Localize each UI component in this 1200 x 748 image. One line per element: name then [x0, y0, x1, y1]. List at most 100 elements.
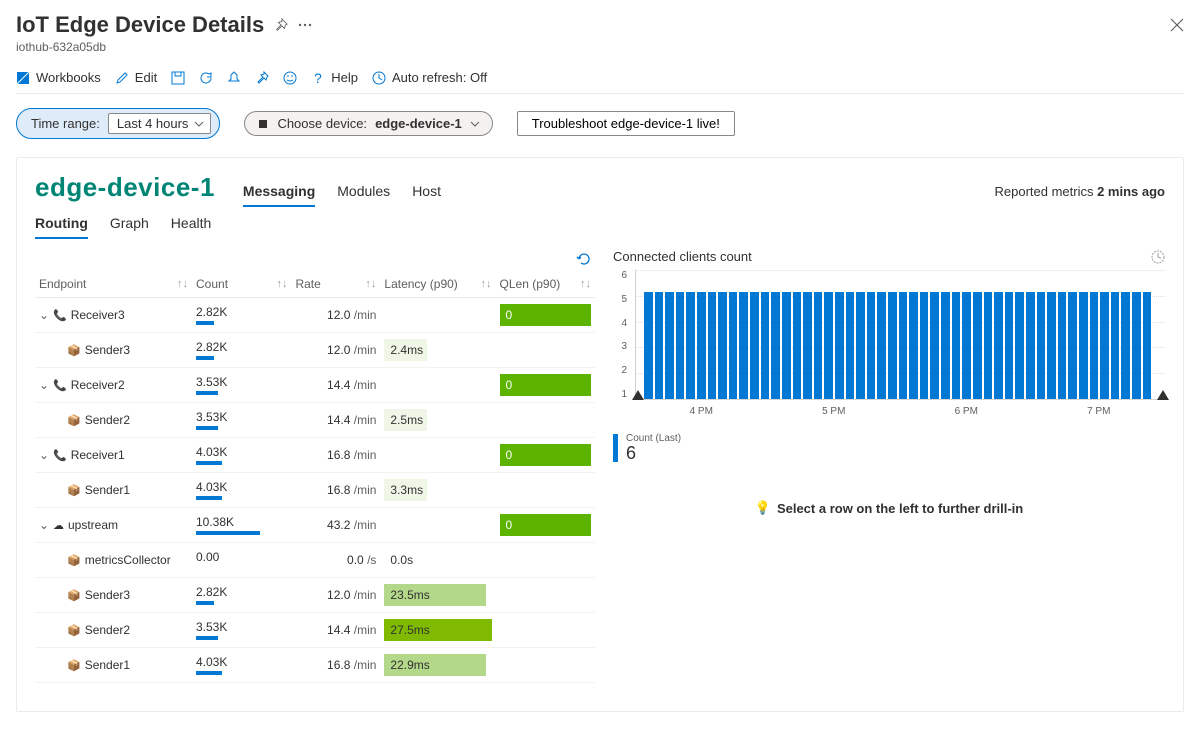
table-row[interactable]: 📦Sender23.53K14.4 /min27.5ms	[35, 613, 595, 648]
box-icon: 📦	[67, 344, 81, 357]
pin-icon[interactable]	[274, 18, 288, 32]
tab-modules[interactable]: Modules	[337, 183, 390, 207]
endpoint-label: upstream	[68, 518, 118, 532]
undo-icon[interactable]	[575, 251, 591, 267]
feedback-icon[interactable]	[283, 71, 297, 85]
box-icon: 📦	[67, 554, 81, 567]
rate-cell: 16.8 /min	[291, 438, 380, 473]
chart-bar	[877, 292, 886, 399]
table-row[interactable]: ⌄☁upstream10.38K43.2 /min0	[35, 508, 595, 543]
chart-bar	[856, 292, 865, 399]
expand-chevron-icon[interactable]: ⌄	[39, 378, 49, 392]
rate-cell: 14.4 /min	[291, 368, 380, 403]
help-button[interactable]: ? Help	[311, 70, 358, 85]
range-handle-left[interactable]	[632, 390, 644, 400]
device-card: edge-device-1 MessagingModulesHost Repor…	[16, 157, 1184, 712]
table-row[interactable]: 📦Sender32.82K12.0 /min2.4ms	[35, 333, 595, 368]
count-bar	[196, 496, 222, 500]
pencil-icon	[115, 71, 129, 85]
legend-value: 6	[626, 444, 681, 462]
chart-bar	[1090, 292, 1099, 399]
edit-button[interactable]: Edit	[115, 70, 157, 85]
sort-icon: ↑↓	[481, 278, 492, 290]
table-row[interactable]: ⌄📞Receiver23.53K14.4 /min0	[35, 368, 595, 403]
alert-icon[interactable]	[227, 71, 241, 85]
count-value: 4.03K	[196, 445, 287, 459]
count-value: 3.53K	[196, 620, 287, 634]
count-bar	[196, 531, 260, 535]
pin-toolbar-icon[interactable]	[255, 71, 269, 85]
save-icon[interactable]	[171, 71, 185, 85]
workbooks-icon	[16, 71, 30, 85]
subtab-health[interactable]: Health	[171, 215, 211, 239]
chart-bar	[771, 292, 780, 399]
sort-icon: ↑↓	[365, 278, 376, 290]
range-handle-right[interactable]	[1157, 390, 1169, 400]
sort-icon: ↑↓	[580, 278, 591, 290]
tab-messaging[interactable]: Messaging	[243, 183, 315, 207]
chart-bar	[718, 292, 727, 399]
table-row[interactable]: 📦Sender23.53K14.4 /min2.5ms	[35, 403, 595, 438]
endpoint-label: Sender1	[85, 483, 130, 497]
endpoint-label: Sender2	[85, 413, 130, 427]
rate-cell: 12.0 /min	[291, 333, 380, 368]
workbooks-button[interactable]: Workbooks	[16, 70, 101, 85]
table-row[interactable]: 📦Sender14.03K16.8 /min3.3ms	[35, 473, 595, 508]
count-value: 3.53K	[196, 410, 287, 424]
table-row[interactable]: ⌄📞Receiver32.82K12.0 /min0	[35, 298, 595, 333]
chart-bar	[920, 292, 929, 399]
chart-bar	[941, 292, 950, 399]
phone-icon: 📞	[53, 449, 67, 462]
workbooks-label: Workbooks	[36, 70, 101, 85]
count-value: 3.53K	[196, 375, 287, 389]
latency-value: 27.5ms	[384, 619, 491, 641]
subtab-graph[interactable]: Graph	[110, 215, 149, 239]
expand-chevron-icon[interactable]: ⌄	[39, 308, 49, 322]
more-icon[interactable]	[298, 23, 312, 27]
chart-bars	[636, 270, 1165, 399]
time-range-select[interactable]: Last 4 hours	[108, 113, 212, 134]
chart-bar	[1079, 292, 1088, 399]
choose-device-pill[interactable]: Choose device: edge-device-1	[244, 111, 492, 136]
chart-bar	[1132, 292, 1141, 399]
latency-value: 3.3ms	[384, 479, 491, 501]
count-bar	[196, 356, 214, 360]
table-row[interactable]: 📦metricsCollector0.000.0 /s0.0s	[35, 543, 595, 578]
chart-bar	[761, 292, 770, 399]
page-title: IoT Edge Device Details	[16, 12, 264, 38]
chart-bar	[994, 292, 1003, 399]
legend-swatch	[613, 434, 618, 462]
count-bar	[196, 461, 222, 465]
col-header[interactable]: Endpoint↑↓	[35, 271, 192, 298]
table-row[interactable]: ⌄📞Receiver14.03K16.8 /min0	[35, 438, 595, 473]
auto-refresh-button[interactable]: Auto refresh: Off	[372, 70, 487, 85]
expand-chevron-icon[interactable]: ⌄	[39, 518, 49, 532]
tab-host[interactable]: Host	[412, 183, 441, 207]
close-icon[interactable]	[1170, 18, 1184, 32]
chart-bar	[1143, 292, 1152, 399]
col-header[interactable]: Latency (p90)↑↓	[380, 271, 495, 298]
help-label: Help	[331, 70, 358, 85]
chart-area[interactable]: 654321	[613, 270, 1165, 400]
col-header[interactable]: Count↑↓	[192, 271, 291, 298]
count-value: 2.82K	[196, 340, 287, 354]
chart-bar	[814, 292, 823, 399]
chart-bar	[835, 292, 844, 399]
subtab-routing[interactable]: Routing	[35, 215, 88, 239]
refresh-icon[interactable]	[199, 71, 213, 85]
count-value: 4.03K	[196, 480, 287, 494]
chart-bar	[739, 292, 748, 399]
chart-bar	[782, 292, 791, 399]
col-header[interactable]: QLen (p90)↑↓	[496, 271, 595, 298]
table-row[interactable]: 📦Sender32.82K12.0 /min23.5ms	[35, 578, 595, 613]
troubleshoot-button[interactable]: Troubleshoot edge-device-1 live!	[517, 111, 735, 136]
chart-bar	[962, 292, 971, 399]
chevron-down-icon	[470, 119, 480, 129]
history-icon[interactable]	[1151, 250, 1165, 264]
endpoint-label: Receiver3	[71, 308, 125, 322]
table-row[interactable]: 📦Sender14.03K16.8 /min22.9ms	[35, 648, 595, 683]
col-header[interactable]: Rate↑↓	[291, 271, 380, 298]
expand-chevron-icon[interactable]: ⌄	[39, 448, 49, 462]
count-value: 0.00	[196, 550, 287, 564]
help-icon: ?	[311, 71, 325, 85]
